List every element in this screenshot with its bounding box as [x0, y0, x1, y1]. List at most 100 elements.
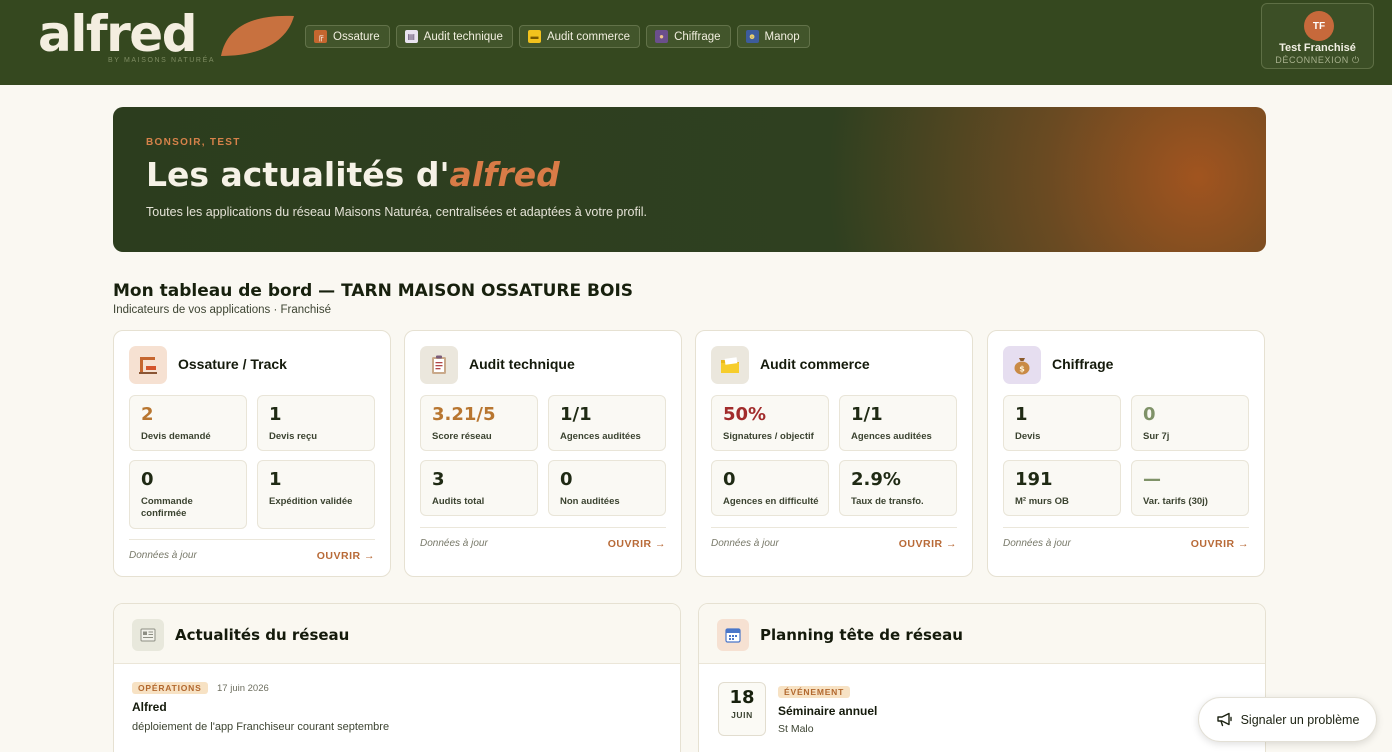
nav-audit-technique[interactable]: ▤ Audit technique [395, 25, 513, 48]
metric-label: Score réseau [432, 431, 492, 442]
metric-value: 2.9% [851, 469, 901, 490]
avatar: TF [1304, 11, 1334, 41]
people-icon: ☻ [745, 30, 759, 43]
metric-label: Devis reçu [269, 431, 318, 442]
metric-value: 3.21/5 [432, 404, 496, 425]
event-date: 18 JUIN [718, 682, 766, 736]
nav-label: Ossature [333, 30, 380, 43]
card-title: Audit technique [469, 356, 575, 372]
metric-label: Taux de transfo. [851, 496, 924, 507]
metric-value: 1/1 [560, 404, 592, 425]
metric-value: — [1143, 469, 1161, 490]
user-menu[interactable]: TF Test Franchisé DÉCONNEXION ⏻ [1261, 3, 1374, 69]
logo-wordmark: alfred [38, 5, 198, 63]
metric-audits-total: 3 Audits total [420, 460, 538, 516]
metric-label: Non auditées [560, 496, 620, 507]
nav-audit-commerce[interactable]: ▬ Audit commerce [518, 25, 641, 48]
metric-agences-difficulte: 0 Agences en difficulté [711, 460, 829, 516]
metric-devis: 1 Devis [1003, 395, 1121, 451]
card-title: Chiffrage [1052, 356, 1114, 372]
nav-manop[interactable]: ☻ Manop [736, 25, 810, 48]
open-audit-commerce-link[interactable]: OUVRIR → [899, 538, 957, 550]
event-month: JUIN [731, 710, 753, 720]
nav-label: Audit commerce [546, 30, 631, 43]
nav-label: Chiffrage [674, 30, 721, 43]
metric-label: Agences auditées [851, 431, 932, 442]
open-chiffrage-link[interactable]: OUVRIR → [1191, 538, 1249, 550]
calendar-icon [717, 619, 749, 651]
event-place: St Malo [778, 723, 814, 735]
panel-header: Actualités du réseau [114, 604, 680, 664]
category-badge: ÉVÉNEMENT [778, 686, 851, 698]
metric-value: 0 [560, 469, 573, 490]
folder-icon: ▬ [527, 30, 541, 43]
svg-text:$: $ [1019, 365, 1025, 374]
user-name: Test Franchisé [1279, 42, 1356, 54]
card-audit-commerce: Audit commerce 50% Signatures / objectif… [695, 330, 973, 577]
card-footer: Données à jour OUVRIR → [129, 539, 375, 562]
logo-tagline: BY MAISONS NATURÉA [108, 57, 216, 64]
panel-header: Planning tête de réseau [699, 604, 1265, 664]
panel-title: Planning tête de réseau [760, 626, 963, 644]
event-title: Séminaire annuel [778, 704, 878, 718]
card-audit-technique: Audit technique 3.21/5 Score réseau 1/1 … [404, 330, 682, 577]
dashboard-title: Mon tableau de bord — TARN MAISON OSSATU… [113, 281, 634, 301]
metric-label: Commande confirmée [141, 496, 193, 519]
metric-m2-murs: 191 M² murs OB [1003, 460, 1121, 516]
metric-value: 0 [723, 469, 736, 490]
clipboard-icon: ▤ [404, 30, 418, 43]
metric-taux-transfo: 2.9% Taux de transfo. [839, 460, 957, 516]
open-audit-technique-link[interactable]: OUVRIR → [608, 538, 666, 550]
folder-icon [711, 346, 749, 384]
title-brand: alfred [449, 155, 560, 194]
logout-button[interactable]: DÉCONNEXION ⏻ [1262, 55, 1373, 66]
nav-ossature[interactable]: ╔ Ossature [305, 25, 390, 48]
metric-agences-auditees: 1/1 Agences auditées [548, 395, 666, 451]
app-nav: ╔ Ossature ▤ Audit technique ▬ Audit com… [305, 25, 810, 48]
nav-label: Audit technique [423, 30, 503, 43]
news-title: Alfred [132, 700, 167, 714]
metric-value: 3 [432, 469, 445, 490]
metric-expedition-validee: 1 Expédition validée [257, 460, 375, 529]
alfred-logo[interactable]: alfred BY MAISONS NATURÉA [38, 5, 294, 70]
title-prefix: Les actualités d' [146, 155, 450, 194]
news-text: déploiement de l'app Franchiseur courant… [132, 721, 390, 733]
event-day: 18 [729, 687, 755, 708]
frame-icon: ╔ [314, 30, 327, 43]
metric-sur-7j: 0 Sur 7j [1131, 395, 1249, 451]
metric-var-tarifs: — Var. tarifs (30j) [1131, 460, 1249, 516]
panel-title: Actualités du réseau [175, 626, 350, 644]
newspaper-icon [132, 619, 164, 651]
planning-panel: Planning tête de réseau 18 JUIN ÉVÉNEMEN… [698, 603, 1266, 752]
metric-label: Sur 7j [1143, 431, 1170, 442]
nav-label: Manop [764, 30, 800, 43]
money-bag-icon: ● [655, 30, 669, 43]
hero-banner: BONSOIR, TEST Les actualités d'alfred To… [113, 107, 1266, 252]
metric-devis-demande: 2 Devis demandé [129, 395, 247, 451]
metric-label: Agences en difficulté [723, 496, 819, 507]
card-footer: Données à jour OUVRIR → [711, 527, 957, 550]
money-bag-icon: $ [1003, 346, 1041, 384]
metric-signatures-objectif: 50% Signatures / objectif [711, 395, 829, 451]
metric-value: 1/1 [851, 404, 883, 425]
metric-value: 0 [1143, 404, 1156, 425]
metric-value: 1 [269, 469, 282, 490]
open-ossature-link[interactable]: OUVRIR → [317, 550, 375, 562]
card-title: Ossature / Track [178, 356, 287, 372]
card-title: Audit commerce [760, 356, 870, 372]
metric-label: Signatures / objectif [723, 431, 814, 442]
metric-value: 191 [1015, 469, 1053, 490]
update-status: Données à jour [129, 550, 197, 561]
metric-label: Expédition validée [269, 496, 353, 507]
metric-devis-recu: 1 Devis reçu [257, 395, 375, 451]
hero-description: Toutes les applications du réseau Maison… [146, 205, 647, 219]
greeting: BONSOIR, TEST [146, 137, 241, 148]
metric-agences-auditees: 1/1 Agences auditées [839, 395, 957, 451]
report-problem-button[interactable]: Signaler un problème [1198, 697, 1377, 742]
metric-value: 2 [141, 404, 154, 425]
card-footer: Données à jour OUVRIR → [420, 527, 666, 550]
top-bar: alfred BY MAISONS NATURÉA ╔ Ossature ▤ A… [0, 0, 1392, 85]
nav-chiffrage[interactable]: ● Chiffrage [646, 25, 731, 48]
update-status: Données à jour [711, 538, 779, 549]
page-title: Les actualités d'alfred [146, 155, 560, 194]
